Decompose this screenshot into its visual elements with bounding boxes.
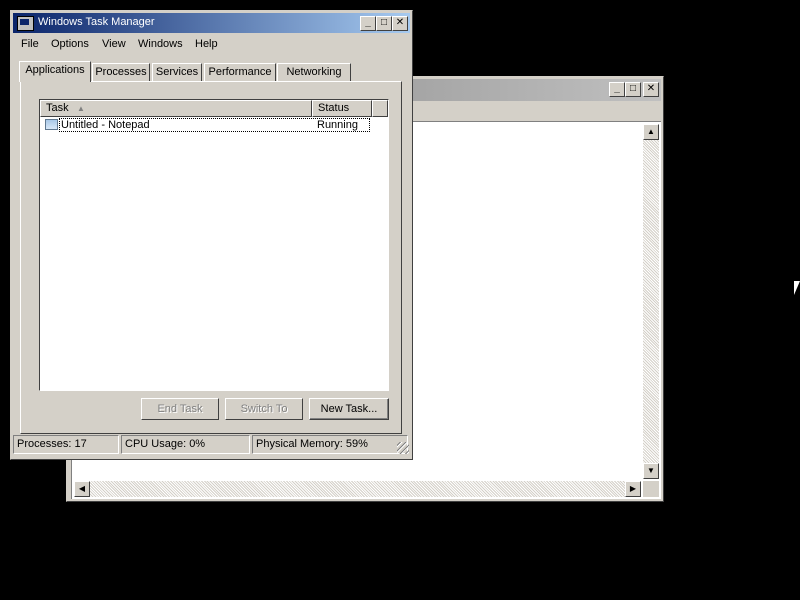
task-list[interactable]: Task ▲ Status Untitled - Notepad Running (39, 99, 389, 391)
column-header-status[interactable]: Status (312, 100, 372, 117)
menubar: File Options View Windows Help (13, 35, 410, 54)
task-manager-window[interactable]: Windows Task Manager _ □ ✕ File Options … (10, 10, 413, 460)
column-header-task[interactable]: Task ▲ (40, 100, 312, 117)
sort-ascending-icon: ▲ (77, 104, 85, 113)
vertical-scrollbar[interactable]: ▲ ▼ (643, 124, 659, 479)
tab-performance[interactable]: Performance (204, 63, 276, 81)
horizontal-scrollbar[interactable]: ◀ ▶ (74, 481, 641, 497)
window-title: Windows Task Manager (38, 16, 155, 28)
scroll-up-arrow-icon[interactable]: ▲ (643, 124, 659, 140)
task-name: Untitled - Notepad (61, 119, 150, 131)
menu-windows[interactable]: Windows (138, 38, 183, 50)
tab-processes[interactable]: Processes (92, 63, 150, 81)
minimize-button[interactable]: _ (360, 16, 376, 31)
menu-options[interactable]: Options (51, 38, 89, 50)
menu-help[interactable]: Help (195, 38, 218, 50)
column-header-filler (372, 100, 388, 117)
status-bar: Processes: 17 CPU Usage: 0% Physical Mem… (13, 433, 410, 455)
status-processes: Processes: 17 (13, 435, 119, 454)
end-task-button[interactable]: End Task (141, 398, 219, 420)
notepad-close-button[interactable]: ✕ (643, 82, 659, 97)
status-physical-memory: Physical Memory: 59% (252, 435, 408, 454)
new-task-button[interactable]: New Task... (309, 398, 389, 420)
column-task-label: Task (46, 102, 69, 114)
table-row[interactable]: Untitled - Notepad Running (42, 118, 370, 133)
close-button[interactable]: ✕ (392, 16, 408, 31)
tab-applications[interactable]: Applications (19, 61, 91, 82)
scroll-down-arrow-icon[interactable]: ▼ (643, 463, 659, 479)
menu-file[interactable]: File (21, 38, 39, 50)
task-manager-icon (17, 16, 34, 31)
scroll-right-arrow-icon[interactable]: ▶ (625, 481, 641, 497)
scrollbar-corner (643, 481, 659, 497)
tab-services[interactable]: Services (152, 63, 202, 81)
menu-view[interactable]: View (102, 38, 126, 50)
resize-grip-icon[interactable] (397, 442, 409, 454)
notepad-minimize-button[interactable]: _ (609, 82, 625, 97)
task-status: Running (317, 119, 358, 131)
mouse-cursor-icon (794, 281, 800, 295)
notepad-maximize-button[interactable]: □ (625, 82, 641, 97)
switch-to-button[interactable]: Switch To (225, 398, 303, 420)
task-manager-titlebar[interactable]: Windows Task Manager _ □ ✕ (13, 13, 410, 33)
column-status-label: Status (318, 102, 350, 114)
tab-networking[interactable]: Networking (277, 63, 351, 81)
notepad-icon (45, 119, 58, 130)
status-cpu-usage: CPU Usage: 0% (121, 435, 250, 454)
maximize-button[interactable]: □ (376, 16, 392, 31)
scroll-left-arrow-icon[interactable]: ◀ (74, 481, 90, 497)
